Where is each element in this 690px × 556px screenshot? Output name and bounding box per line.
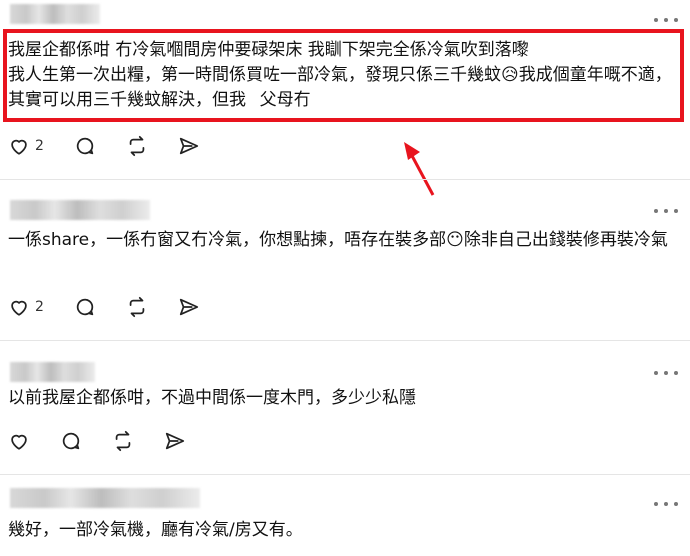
- reply-button[interactable]: [74, 135, 96, 157]
- red-highlight-box: [3, 29, 684, 122]
- like-button[interactable]: [8, 430, 30, 452]
- post-actions: 2: [8, 295, 230, 319]
- repost-button[interactable]: [112, 430, 134, 452]
- comment-icon: [76, 137, 94, 155]
- more-options-icon[interactable]: [654, 500, 678, 508]
- post-divider: [0, 179, 690, 180]
- more-options-icon[interactable]: [654, 16, 678, 24]
- more-options-icon[interactable]: [654, 369, 678, 377]
- reply-button[interactable]: [74, 296, 96, 318]
- heart-icon: [11, 139, 27, 155]
- share-icon: [165, 432, 185, 450]
- repost-icon: [129, 135, 145, 157]
- repost-button[interactable]: [126, 296, 148, 318]
- comment-icon: [76, 298, 94, 316]
- more-options-icon[interactable]: [654, 207, 678, 215]
- repost-button[interactable]: [126, 135, 148, 157]
- post-divider: [0, 474, 690, 475]
- like-button[interactable]: 2: [8, 135, 44, 157]
- threads-comment-feed: 我屋企都係咁 冇冷氣嗰間房仲要碌架床 我瞓下架完全係冷氣吹到落嚟 我人生第一次出…: [0, 0, 690, 556]
- post-actions: [8, 429, 216, 453]
- reply-button[interactable]: [60, 430, 82, 452]
- share-button[interactable]: [178, 135, 200, 157]
- post-divider: [0, 340, 690, 341]
- blurred-username: [10, 488, 200, 508]
- like-button[interactable]: 2: [8, 296, 44, 318]
- share-icon: [179, 298, 199, 316]
- post-text: 以前我屋企都係咁，不過中間係一度木門，多少少私隱: [8, 388, 416, 408]
- share-button[interactable]: [164, 430, 186, 452]
- post-text: 一係share，一係冇窗又冇冷氣，你想點揀，唔存在裝多部😶除非自己出錢裝修再裝冷…: [8, 230, 668, 250]
- heart-icon: [11, 434, 27, 450]
- share-button[interactable]: [178, 296, 200, 318]
- share-icon: [179, 137, 199, 155]
- comment-icon: [62, 432, 80, 450]
- heart-icon: [11, 300, 27, 316]
- like-count: 2: [35, 138, 44, 154]
- blurred-username: [10, 362, 95, 382]
- post-actions: 2: [8, 134, 230, 158]
- blurred-username: [10, 4, 100, 24]
- repost-icon: [115, 430, 131, 452]
- blurred-username: [10, 200, 150, 220]
- post-text: 幾好，一部冷氣機，廳有冷氣/房又有。: [8, 520, 303, 540]
- repost-icon: [129, 296, 145, 318]
- red-arrow-annotation: [404, 142, 435, 196]
- like-count: 2: [35, 299, 44, 315]
